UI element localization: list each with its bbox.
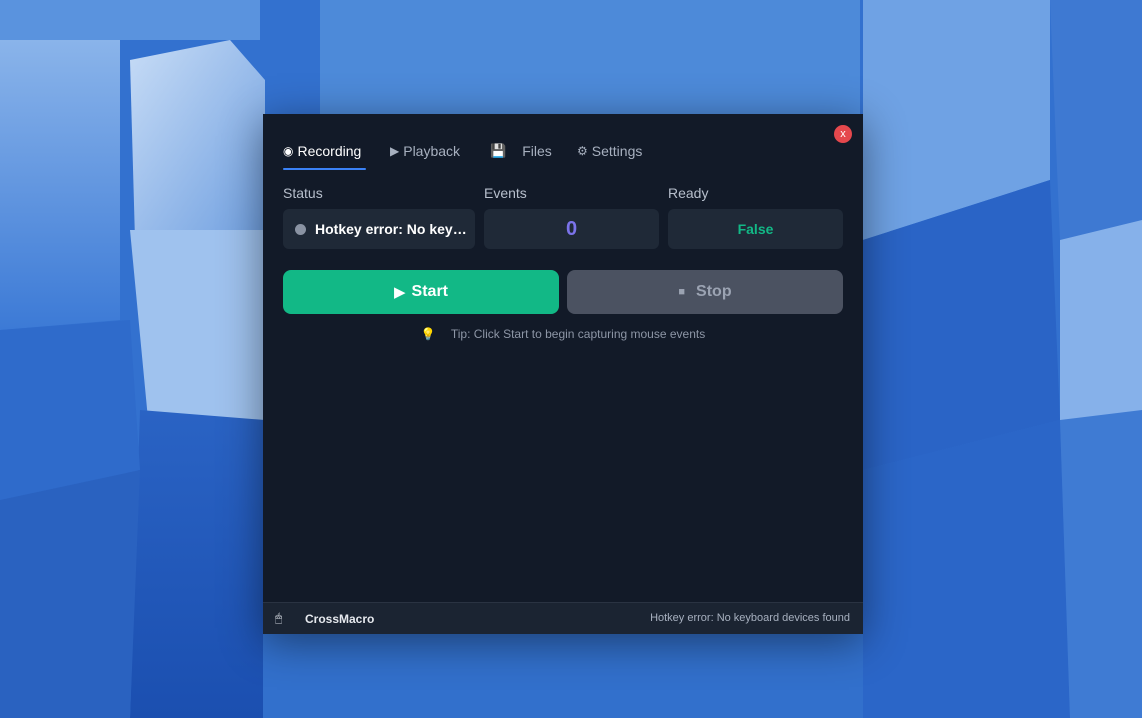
status-card: Hotkey error: No keyboard devices found [283,209,475,249]
gear-icon: ⚙ [577,144,588,158]
stop-icon: ■ [678,286,686,298]
crossmacro-window: x ◉ Recording ▶ Playback 💾 Files ⚙ Setti… [263,114,863,634]
tab-recording[interactable]: ◉ Recording [283,132,366,170]
events-count: 0 [565,217,578,240]
ready-value: False [737,221,774,237]
events-label: Events [484,185,527,201]
tab-playback[interactable]: ▶ Playback [390,132,466,170]
tab-playback-label: Playback [403,143,461,159]
tab-recording-label: Recording [297,143,362,159]
status-indicator-dot [295,223,306,235]
stop-button-label: Stop [696,283,732,300]
tab-settings[interactable]: ⚙ Settings [577,132,649,170]
events-card: 0 [484,209,659,249]
play-icon: ▶ [390,144,400,158]
ready-label: Ready [668,185,709,201]
tab-settings-label: Settings [591,143,643,159]
tab-files[interactable]: 💾 Files [490,132,556,170]
status-label: Status [283,185,323,201]
tab-bar: ◉ Recording ▶ Playback 💾 Files ⚙ Setting… [283,132,649,170]
record-icon: ◉ [283,144,294,158]
app-name: CrossMacro [305,612,375,626]
status-bar-message: Hotkey error: No keyboard devices found [650,612,850,624]
start-button-label: Start [411,283,448,300]
tab-files-label: Files [522,143,552,159]
floppy-disk-icon: 💾 [490,143,507,158]
tip-text: 💡 Tip: Click Start to begin capturing mo… [263,327,863,341]
mouse-icon: 🖱 [275,611,283,625]
lightbulb-icon: 💡 [420,327,436,341]
start-button[interactable]: ▶ Start [283,270,559,314]
stop-button[interactable]: ■ Stop [567,270,843,314]
ready-card: False [668,209,843,249]
close-button[interactable]: x [834,125,852,143]
tip-message: Tip: Click Start to begin capturing mous… [450,327,706,341]
status-bar: 🖱 CrossMacro Hotkey error: No keyboard d… [263,602,863,634]
status-value: Hotkey error: No keyboard devices found [315,221,467,237]
play-icon: ▶ [394,284,406,301]
